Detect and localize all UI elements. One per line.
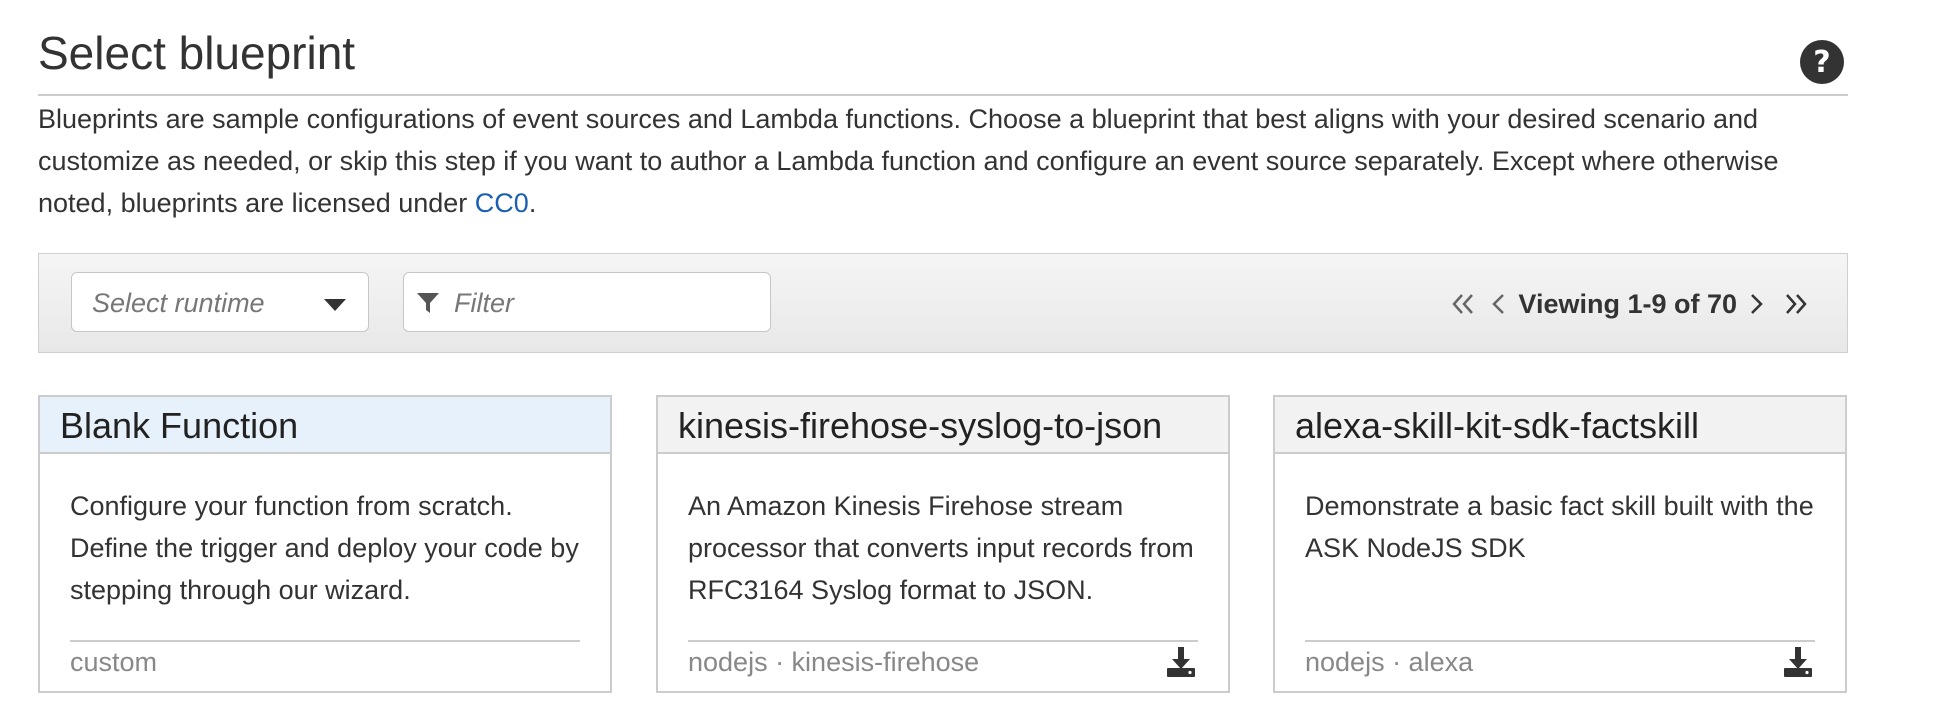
page-title: Select blueprint	[38, 27, 356, 79]
runtime-select[interactable]: Select runtime	[71, 272, 369, 332]
card-header: Blank Function	[40, 397, 610, 454]
card-divider	[70, 640, 580, 642]
card-header: alexa-skill-kit-sdk-factskill	[1275, 397, 1845, 454]
question-circle-icon[interactable]: ?	[1800, 40, 1844, 84]
card-tags: custom	[70, 647, 158, 677]
first-page-button[interactable]	[1450, 291, 1476, 317]
description-text: Blueprints are sample configurations of …	[38, 104, 1779, 218]
card-description: An Amazon Kinesis Firehose stream proces…	[688, 491, 1194, 605]
blueprint-description: Blueprints are sample configurations of …	[38, 98, 1848, 224]
filter-box	[403, 272, 771, 332]
pagination: Viewing 1-9 of 70	[1450, 284, 1809, 324]
previous-page-button[interactable]	[1490, 291, 1506, 317]
card-description: Configure your function from scratch. De…	[70, 491, 579, 605]
card-tags: nodejs · kinesis-firehose	[688, 647, 980, 677]
download-icon[interactable]	[1164, 645, 1198, 679]
pager-count: Viewing 1-9 of 70	[1518, 288, 1737, 319]
next-page-button[interactable]	[1749, 291, 1765, 317]
card-description: Demonstrate a basic fact skill built wit…	[1305, 491, 1814, 563]
filter-icon	[417, 293, 439, 313]
description-suffix: .	[528, 188, 537, 218]
cc0-license-link[interactable]: CC0	[475, 188, 529, 218]
blueprint-card-blank-function[interactable]: Blank Function Configure your function f…	[38, 395, 612, 693]
card-tags: nodejs · alexa	[1305, 647, 1474, 677]
chevron-right-icon	[1751, 294, 1763, 314]
card-title: Blank Function	[60, 405, 299, 446]
select-blueprint-page: Select blueprint ? Blueprints are sample…	[0, 0, 1942, 720]
last-page-button[interactable]	[1783, 291, 1809, 317]
card-divider	[1305, 640, 1815, 642]
card-header: kinesis-firehose-syslog-to-json	[658, 397, 1228, 454]
blueprint-toolbar: Select runtime Viewing 1-9 of 70	[38, 253, 1848, 353]
card-divider	[688, 640, 1198, 642]
double-chevron-left-icon	[1452, 294, 1474, 314]
blueprint-card-kinesis-firehose-syslog-to-json[interactable]: kinesis-firehose-syslog-to-json An Amazo…	[656, 395, 1230, 693]
filter-input[interactable]	[452, 281, 756, 325]
blueprint-card-alexa-skill-kit-sdk-factskill[interactable]: alexa-skill-kit-sdk-factskill Demonstrat…	[1273, 395, 1847, 693]
title-divider	[38, 94, 1848, 96]
runtime-select-placeholder: Select runtime	[92, 288, 265, 318]
chevron-left-icon	[1492, 294, 1505, 314]
download-icon[interactable]	[1781, 645, 1815, 679]
card-title: alexa-skill-kit-sdk-factskill	[1295, 405, 1700, 446]
card-title: kinesis-firehose-syslog-to-json	[678, 405, 1163, 446]
caret-down-icon	[324, 299, 346, 311]
double-chevron-right-icon	[1786, 294, 1807, 314]
